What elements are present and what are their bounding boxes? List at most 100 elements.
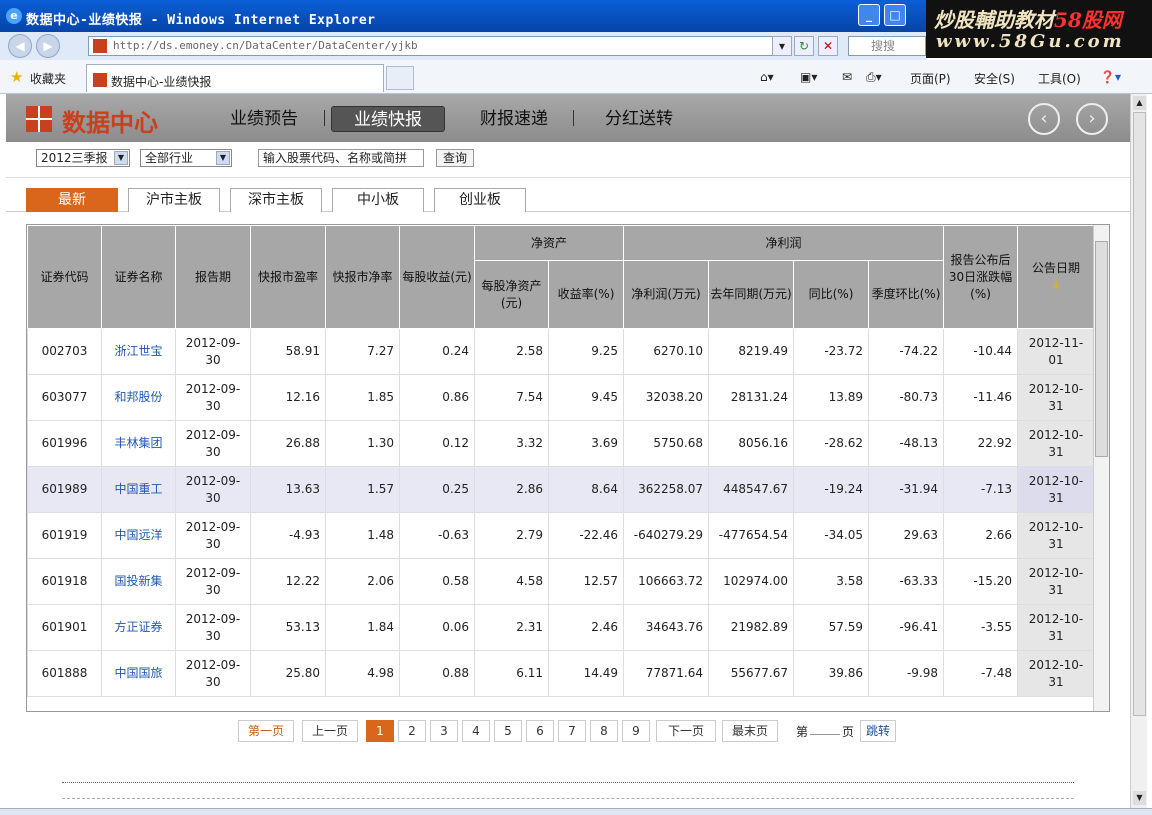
minimize-button[interactable]: _ [858,4,880,26]
table-row[interactable]: 601919 中国远洋 2012-09- 30 -4.93 1.48 -0.63 2.79 -2… [27,512,1096,559]
favorites-button[interactable]: 收藏夹 [30,70,66,87]
prev-page-button[interactable]: 上一页 [302,720,358,742]
cell-name[interactable]: 和邦股份 [101,374,176,421]
table-row[interactable]: 601989 中国重工 2012-09- 30 13.63 1.57 0.25 2.86 8.6… [27,466,1096,513]
stop-button[interactable]: ✕ [818,36,838,56]
cell-name[interactable]: 浙江世宝 [101,328,176,375]
safety-menu[interactable]: 安全(S) [974,70,1015,87]
cell-pb: 4.98 [325,650,400,697]
maximize-button[interactable]: □ [884,4,906,26]
table-scrollbar[interactable] [1093,225,1109,711]
page-button[interactable]: 2 [398,720,426,742]
table-row[interactable]: 002703 浙江世宝 2012-09- 30 58.91 7.27 0.24 2.58 9.2… [27,328,1096,375]
cell-np: 34643.76 [623,604,710,651]
tab-sme[interactable]: 中小板 [332,188,424,212]
col-yoy: 同比(%) [793,260,870,329]
cell-yoy: -28.62 [793,420,870,467]
back-button[interactable]: ◀ [8,34,32,58]
tab-sz-main[interactable]: 深市主板 [230,188,322,212]
tab-title: 数据中心-业绩快报 [111,75,212,89]
url-input[interactable]: http://ds.emoney.cn/DataCenter/DataCente… [88,36,788,56]
col-np-last: 去年同期(万元) [708,260,795,329]
page-button[interactable]: 4 [462,720,490,742]
forward-button[interactable]: ▶ [36,34,60,58]
page-button[interactable]: 3 [430,720,458,742]
arrow-right-circle-icon[interactable]: › [1076,103,1108,135]
mail-icon[interactable]: ✉ [842,70,852,84]
col-period: 报告期 [175,225,251,329]
industry-select[interactable]: 全部行业 ▼ [140,149,232,167]
print-icon[interactable]: ⎙▾ [866,70,882,85]
period-select[interactable]: 2012三季报 ▼ [36,149,130,167]
feeds-icon[interactable]: ▣▾ [800,70,817,84]
cell-name[interactable]: 中国重工 [101,466,176,513]
cell-name[interactable]: 国投新集 [101,558,176,605]
browser-tab[interactable]: 数据中心-业绩快报 [86,64,384,92]
cell-name[interactable]: 丰林集团 [101,420,176,467]
search-input[interactable]: 搜搜 [848,36,926,56]
table-row[interactable]: 603077 和邦股份 2012-09- 30 12.16 1.85 0.86 7.54 9.4… [27,374,1096,421]
arrow-left-circle-icon[interactable]: ‹ [1028,103,1060,135]
tab-gem[interactable]: 创业板 [434,188,526,212]
page-button[interactable]: 1 [366,720,394,742]
query-button[interactable]: 查询 [436,149,474,167]
scroll-up-icon[interactable]: ▲ [1133,96,1146,110]
tab-sh-main[interactable]: 沪市主板 [128,188,220,212]
page-button[interactable]: 6 [526,720,554,742]
col-qoq: 季度环比(%) [868,260,945,329]
board-tabs: 最新 沪市主板 深市主板 中小板 创业板 [6,178,1130,212]
scroll-down-icon[interactable]: ▼ [1133,791,1146,805]
cell-code: 603077 [27,374,102,421]
cell-pe: 25.80 [250,650,326,697]
nav-express[interactable]: 业绩快报 [331,106,445,132]
page-menu[interactable]: 页面(P) [910,70,951,87]
table-row[interactable]: 601888 中国国旅 2012-09- 30 25.80 4.98 0.88 6.11 14.… [27,650,1096,697]
nav-dividend[interactable]: 分红送转 [605,106,673,132]
page-scrollbar[interactable]: ▲ ▼ [1130,94,1147,815]
table-row[interactable]: 601996 丰林集团 2012-09- 30 26.88 1.30 0.12 3.32 3.6… [27,420,1096,467]
last-page-button[interactable]: 最末页 [722,720,778,742]
url-text: http://ds.emoney.cn/DataCenter/DataCente… [113,39,418,52]
goto-page-input[interactable] [810,734,840,735]
nav-forecast[interactable]: 业绩预告 [230,106,298,132]
tab-latest[interactable]: 最新 [26,188,118,212]
scroll-thumb[interactable] [1095,241,1108,457]
page-button[interactable]: 9 [622,720,650,742]
new-tab-button[interactable] [386,66,414,90]
tools-menu[interactable]: 工具(O) [1038,70,1081,87]
table-row[interactable]: 601918 国投新集 2012-09- 30 12.22 2.06 0.58 4.58 12.… [27,558,1096,605]
first-page-button[interactable]: 第一页 [238,720,294,742]
cell-yoy: -19.24 [793,466,870,513]
url-dropdown-button[interactable]: ▾ [772,36,792,56]
chevron-down-icon: ▼ [114,151,128,165]
page-button[interactable]: 8 [590,720,618,742]
goto-button[interactable]: 跳转 [860,720,896,742]
cell-chg: -7.13 [943,466,1019,513]
cell-period: 2012-09- 30 [175,374,251,421]
cell-date: 2012-10- 31 [1017,558,1096,605]
page-button[interactable]: 7 [558,720,586,742]
cell-roe: 9.45 [547,374,625,421]
page-button[interactable]: 5 [494,720,522,742]
address-bar: ◀ ▶ http://ds.emoney.cn/DataCenter/DataC… [0,32,926,60]
site-favicon-icon [93,39,107,53]
cell-qoq: -63.33 [868,558,945,605]
cell-name[interactable]: 中国远洋 [101,512,176,559]
cell-name[interactable]: 方正证券 [101,604,176,651]
cell-eps: 0.58 [399,558,475,605]
cell-eps: 0.12 [399,420,475,467]
nav-reports[interactable]: 财报速递 [480,106,548,132]
help-icon[interactable]: ❓▾ [1100,70,1121,84]
refresh-button[interactable]: ↻ [794,36,814,56]
table-row[interactable]: 601901 方正证券 2012-09- 30 53.13 1.84 0.06 2.31 2.4… [27,604,1096,651]
cell-qoq: -31.94 [868,466,945,513]
keyword-input[interactable]: 输入股票代码、名称或简拼 [258,149,424,167]
col-pub-date[interactable]: 公告日期 ↓ [1017,225,1096,329]
watermark-url: www.58Gu.com [936,31,1125,52]
cell-code: 601996 [27,420,102,467]
page-scroll-thumb[interactable] [1133,112,1146,716]
cell-eps: 0.06 [399,604,475,651]
next-page-button[interactable]: 下一页 [656,720,716,742]
home-icon[interactable]: ⌂▾ [760,70,774,84]
cell-name[interactable]: 中国国旅 [101,650,176,697]
